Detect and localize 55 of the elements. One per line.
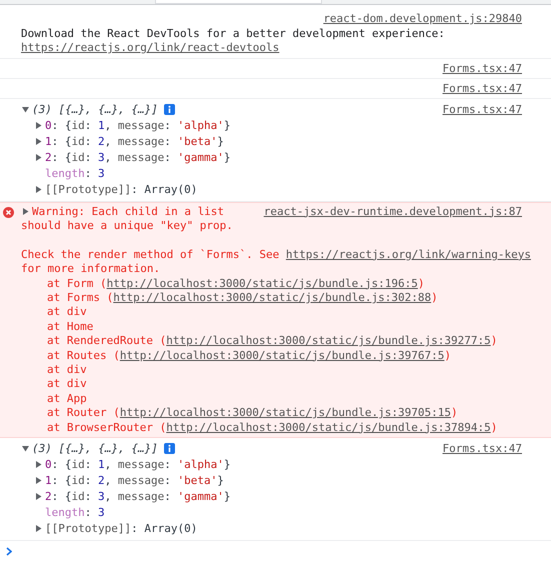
stack-frame: at BrowserRouter (http://localhost:3000/static/js/bundle.js:37894:5)	[21, 420, 541, 435]
info-icon[interactable]	[164, 443, 175, 454]
stack-frame: at Forms (http://localhost:3000/static/js/bundle.js:302:88)	[21, 290, 541, 306]
expand-triangle-icon[interactable]	[35, 525, 42, 532]
tree-item[interactable]: 1: {id: 2, message: 'beta'}	[21, 134, 224, 150]
info-icon[interactable]	[164, 104, 175, 115]
source-link[interactable]: Forms.tsx:47	[442, 440, 522, 457]
link[interactable]: http://localhost:3000/static/js/bundle.js:39277:5	[166, 334, 491, 348]
source-link[interactable]: Forms.tsx:47	[442, 62, 522, 74]
stack-frame: at div	[21, 362, 541, 378]
tree-item[interactable]: 0: {id: 1, message: 'alpha'}	[21, 456, 230, 473]
stack-frame: at Form (http://localhost:3000/static/js/bundle.js:196:5)	[21, 276, 541, 291]
source-link[interactable]: react-dom.development.js:29840	[323, 12, 522, 25]
tree-item[interactable]: [[Prototype]]: Array(0)	[21, 520, 198, 537]
expand-triangle-icon[interactable]	[35, 493, 42, 500]
expand-triangle-icon[interactable]	[35, 122, 42, 129]
link[interactable]: http://localhost:3000/static/js/bundle.js:39767:5	[120, 348, 444, 362]
collapse-triangle-icon[interactable]	[22, 106, 29, 113]
link[interactable]: http://localhost:3000/static/js/bundle.js:37894:5	[166, 420, 491, 434]
expand-triangle-icon[interactable]	[35, 477, 42, 484]
stack-frame: at Routes (http://localhost:3000/static/js/bundle.js:39767:5)	[21, 348, 541, 363]
stack-frame: at div	[21, 377, 541, 392]
source-link[interactable]: react-jsx-dev-runtime.development.js:87	[264, 204, 522, 219]
tree-item[interactable]: [[Prototype]]: Array(0)	[21, 182, 198, 198]
stack-frame: at RenderedRoute (http://localhost:3000/static/js/bundle.js:39277:5)	[21, 334, 541, 349]
stack-frame: at Home	[21, 320, 541, 334]
property-row-text: length: 3	[44, 166, 105, 182]
array-summary[interactable]: (3) [{…}, {…}, {…}]	[21, 440, 175, 457]
link[interactable]: http://localhost:3000/static/js/bundle.js:302:88	[113, 290, 432, 304]
array-summary[interactable]: (3) [{…}, {…}, {…}]	[21, 102, 175, 118]
link[interactable]: http://localhost:3000/static/js/bundle.js:196:5	[106, 276, 418, 290]
link[interactable]: https://reactjs.org/link/warning-keys	[286, 248, 531, 261]
property-row-text: length: 3	[44, 504, 105, 521]
expand-triangle-icon[interactable]	[35, 186, 42, 193]
expand-triangle-icon[interactable]	[22, 208, 29, 214]
warning-detail: Check the render method of `Forms`. See https://reactjs.org/link/warning-keys for more information.	[21, 248, 532, 277]
stack-frame: at div	[21, 305, 541, 320]
source-link[interactable]: Forms.tsx:47	[442, 102, 522, 118]
warning-message[interactable]: Warning: Each child in a list should have a unique "key" prop.	[21, 204, 257, 234]
tree-item[interactable]: 0: {id: 1, message: 'alpha'}	[21, 118, 230, 134]
link[interactable]: https://reactjs.org/link/react-devtools	[21, 41, 280, 54]
collapse-triangle-icon[interactable]	[22, 445, 29, 452]
stack-frame: at Router (http://localhost:3000/static/js/bundle.js:39705:15)	[21, 406, 541, 421]
tree-item[interactable]: 1: {id: 2, message: 'beta'}	[21, 472, 224, 489]
log-message: Download the React DevTools for a better development experience: https://reactjs.org/link/react-devtools	[21, 26, 446, 56]
stack-frame: at App	[21, 392, 541, 406]
source-link[interactable]: Forms.tsx:47	[442, 82, 522, 94]
error-icon	[3, 206, 14, 218]
tree-item[interactable]: 2: {id: 3, message: 'gamma'}	[21, 488, 230, 505]
expand-triangle-icon[interactable]	[35, 154, 42, 161]
prompt-chevron-icon	[6, 546, 12, 556]
expand-triangle-icon[interactable]	[35, 461, 42, 468]
tree-item[interactable]: 2: {id: 3, message: 'gamma'}	[21, 150, 230, 166]
expand-triangle-icon[interactable]	[35, 138, 42, 145]
link[interactable]: http://localhost:3000/static/js/bundle.js:39705:15	[120, 406, 451, 420]
